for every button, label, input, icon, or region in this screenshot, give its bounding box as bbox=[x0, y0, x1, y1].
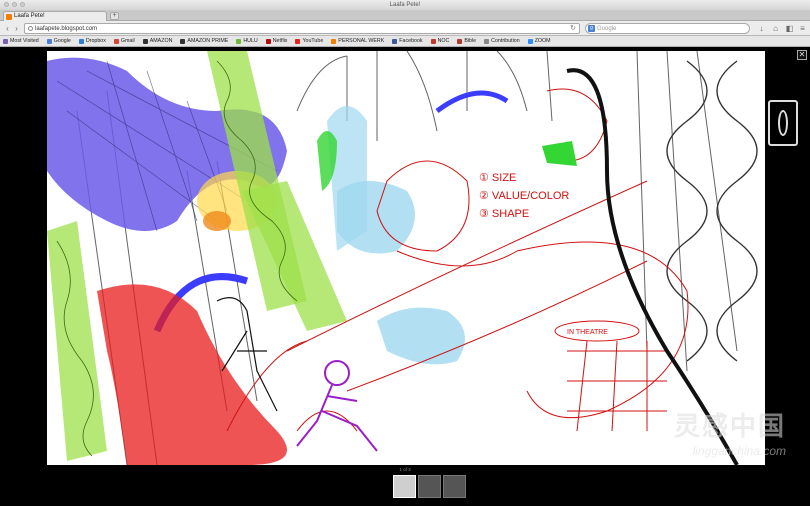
bookmark-item[interactable]: HULU bbox=[236, 38, 258, 44]
bookmark-favicon-icon bbox=[295, 38, 301, 44]
bookmark-favicon-icon bbox=[236, 38, 242, 44]
navigation-bar: ‹ › laafapete.blogspot.com ↻ g Google ↓ … bbox=[0, 21, 810, 36]
bookmark-favicon-icon bbox=[392, 38, 398, 44]
back-arrow-icon[interactable]: ‹ bbox=[3, 24, 12, 33]
bookmark-item[interactable]: Gmail bbox=[113, 38, 135, 44]
note-value-color: ② VALUE/COLOR bbox=[479, 190, 569, 202]
bookmark-favicon-icon bbox=[527, 38, 533, 44]
bookmark-item[interactable]: AMAZON PRIME bbox=[180, 38, 228, 44]
watermark-url: lingganchina.com bbox=[692, 444, 786, 458]
home-icon[interactable]: ⌂ bbox=[771, 24, 780, 33]
addon-icon[interactable]: ◧ bbox=[785, 24, 794, 33]
thumbnail-3[interactable] bbox=[443, 475, 466, 498]
blogger-favicon-icon bbox=[6, 14, 12, 20]
bookmark-item[interactable]: Dropbox bbox=[78, 38, 106, 44]
image-counter: 1 of 3 bbox=[399, 467, 411, 472]
tab-laafa-pete[interactable]: Laafa Pete! bbox=[3, 11, 107, 21]
tab-bar: Laafa Pete! + bbox=[0, 10, 810, 21]
bookmark-item[interactable]: Bible bbox=[457, 38, 476, 44]
bookmark-label: Facebook bbox=[399, 38, 423, 44]
bookmark-label: HULU bbox=[243, 38, 258, 44]
bookmark-label: Dropbox bbox=[85, 38, 106, 44]
bookmark-item[interactable]: PERSONAL WERK bbox=[331, 38, 384, 44]
bookmark-label: Most Visited bbox=[10, 38, 39, 44]
bookmark-label: ZOOM bbox=[534, 38, 551, 44]
bookmark-favicon-icon bbox=[430, 38, 436, 44]
forward-arrow-icon[interactable]: › bbox=[12, 24, 21, 33]
bookmark-item[interactable]: ZOOM bbox=[527, 38, 551, 44]
bookmark-label: Google bbox=[53, 38, 71, 44]
bookmark-item[interactable]: Netflix bbox=[265, 38, 288, 44]
bookmark-favicon-icon bbox=[331, 38, 337, 44]
bookmark-favicon-icon bbox=[457, 38, 463, 44]
menu-icon[interactable]: ≡ bbox=[798, 24, 807, 33]
close-window-icon[interactable] bbox=[4, 2, 9, 7]
bookmark-favicon-icon bbox=[3, 38, 8, 44]
bookmark-item[interactable]: Contribution bbox=[484, 38, 520, 44]
note-shape: ③ SHAPE bbox=[479, 208, 529, 220]
bookmark-item[interactable]: AMAZON bbox=[142, 38, 173, 44]
bookmark-label: Contribution bbox=[491, 38, 520, 44]
bookmarks-bar: Most Visited Google Dropbox Gmail AMAZON AMAZ… bbox=[0, 36, 810, 47]
new-tab-button[interactable]: + bbox=[110, 12, 119, 20]
lightbox-close-button[interactable]: ✕ bbox=[797, 50, 807, 60]
bookmark-favicon-icon bbox=[180, 38, 186, 44]
zoom-window-icon[interactable] bbox=[20, 2, 25, 7]
bookmark-label: Gmail bbox=[120, 38, 135, 44]
site-identity-icon[interactable] bbox=[28, 26, 33, 31]
download-icon[interactable]: ↓ bbox=[757, 24, 766, 33]
concept-sketch-image: ① SIZE ② VALUE/COLOR ③ SHAPE IN THEATRE bbox=[47, 51, 765, 465]
bookmark-item[interactable]: Facebook bbox=[392, 38, 423, 44]
url-bar[interactable]: laafapete.blogspot.com ↻ bbox=[24, 23, 580, 34]
bookmark-item[interactable]: YouTube bbox=[295, 38, 323, 44]
bookmark-label: PERSONAL WERK bbox=[338, 38, 385, 44]
bookmark-favicon-icon bbox=[113, 38, 119, 44]
bookmark-favicon-icon bbox=[142, 38, 148, 44]
sketch-drawing: ① SIZE ② VALUE/COLOR ③ SHAPE IN THEATRE bbox=[47, 51, 758, 465]
minimize-window-icon[interactable] bbox=[12, 2, 17, 7]
watermark: 灵感中国 lingganchina.com bbox=[586, 412, 786, 458]
reload-icon[interactable]: ↻ bbox=[570, 24, 576, 34]
thumbnail-2[interactable] bbox=[418, 475, 441, 498]
bookmark-label: Bible bbox=[464, 38, 477, 44]
watermark-logo: 灵感中国 bbox=[673, 411, 786, 441]
bookmark-favicon-icon bbox=[265, 38, 271, 44]
window-controls[interactable] bbox=[4, 2, 25, 7]
search-placeholder: Google bbox=[597, 26, 617, 32]
bookmark-label: NOC bbox=[437, 38, 450, 44]
window-title: Laafa Pete! bbox=[389, 2, 421, 8]
bookmark-item[interactable]: Most Visited bbox=[3, 38, 39, 44]
bookmark-item[interactable]: Google bbox=[46, 38, 71, 44]
bookmark-label: Netflix bbox=[272, 38, 288, 44]
window-titlebar: Laafa Pete! bbox=[0, 0, 810, 10]
note-in-theatre: IN THEATRE bbox=[567, 329, 608, 336]
bookmark-label: AMAZON bbox=[149, 38, 173, 44]
bookmark-item[interactable]: NOC bbox=[430, 38, 450, 44]
search-input[interactable]: g Google bbox=[585, 23, 750, 34]
url-text: laafapete.blogspot.com bbox=[35, 26, 98, 32]
bookmark-label: YouTube bbox=[302, 38, 324, 44]
thumbnail-strip bbox=[393, 475, 466, 498]
tab-title: Laafa Pete! bbox=[14, 13, 45, 19]
note-size: ① SIZE bbox=[479, 172, 516, 184]
bookmark-favicon-icon bbox=[484, 38, 490, 44]
thumbnail-1[interactable] bbox=[393, 475, 416, 498]
ornament-frame-icon bbox=[768, 100, 798, 146]
bookmark-favicon-icon bbox=[46, 38, 52, 44]
google-search-engine-icon[interactable]: g bbox=[588, 25, 595, 32]
bookmark-label: AMAZON PRIME bbox=[187, 38, 229, 44]
bookmark-favicon-icon bbox=[78, 38, 84, 44]
